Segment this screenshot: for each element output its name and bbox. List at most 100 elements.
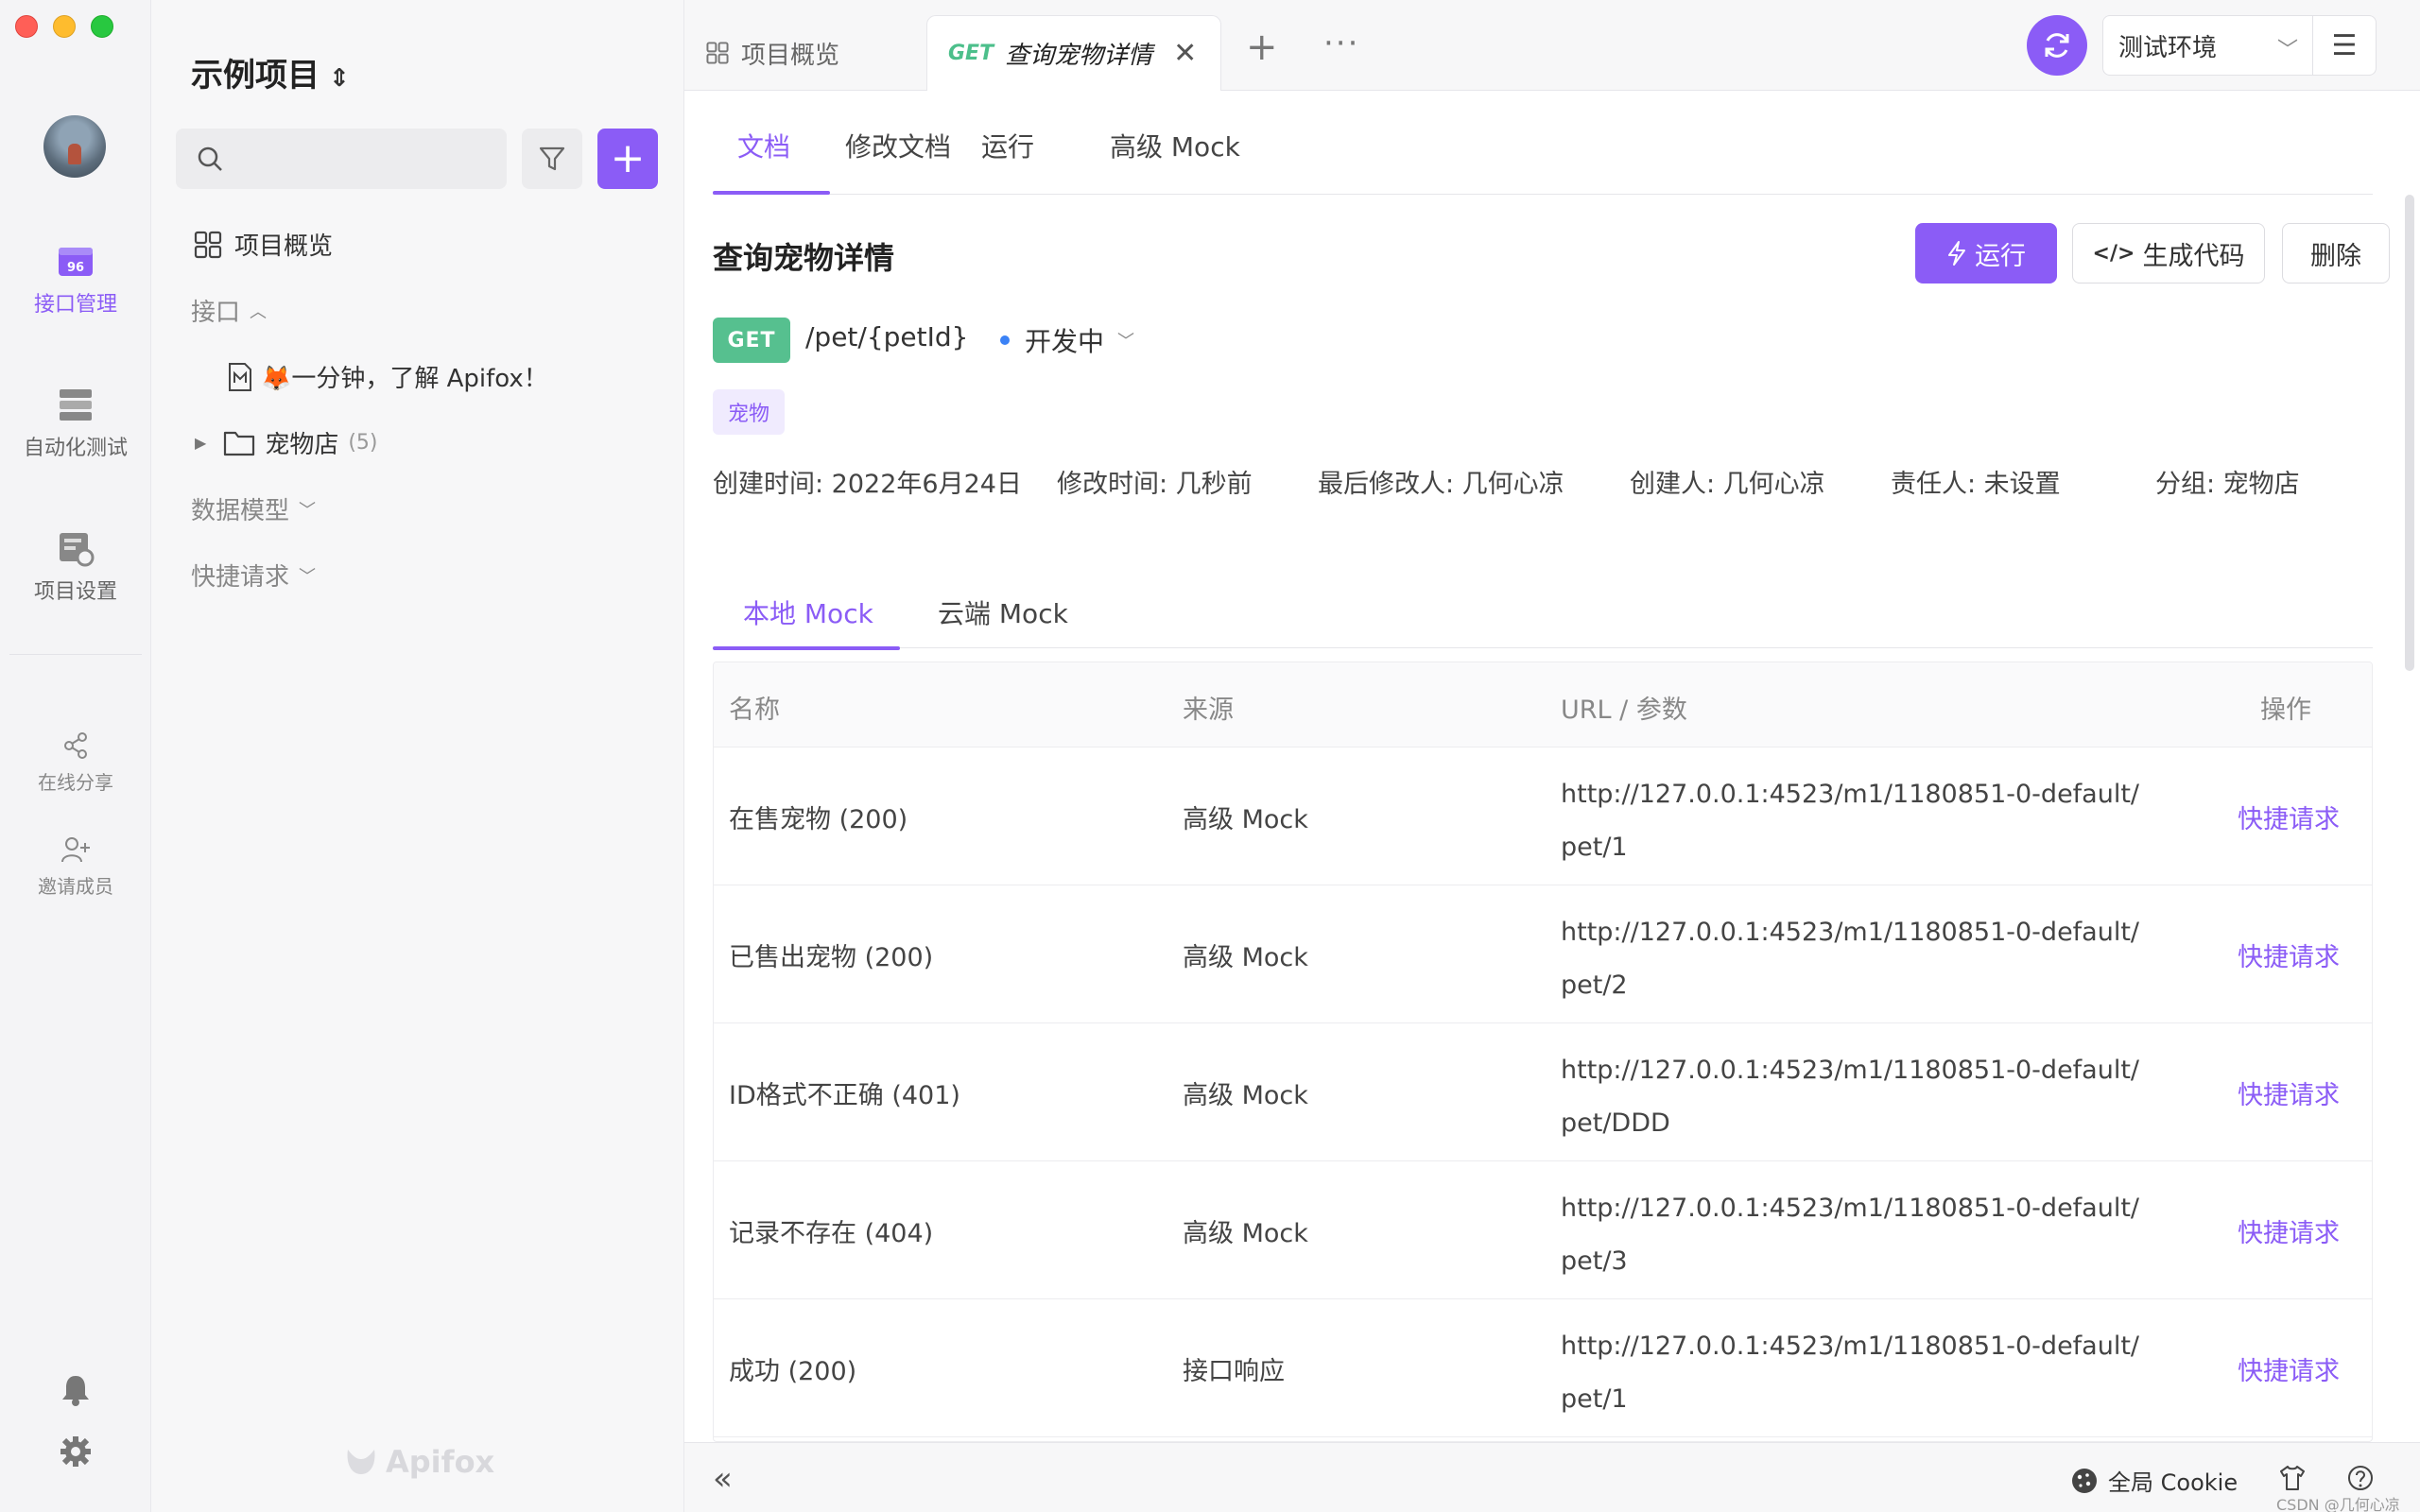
rail-item-api-management[interactable]: 96 接口管理 bbox=[0, 242, 151, 318]
rail-item-project-settings[interactable]: 项目设置 bbox=[0, 529, 151, 605]
row-name: 在售宠物 (200) bbox=[729, 805, 908, 834]
generate-code-label: 生成代码 bbox=[2142, 241, 2245, 271]
add-button[interactable]: + bbox=[597, 129, 658, 189]
api-management-icon: 96 bbox=[59, 248, 93, 276]
close-window-button[interactable] bbox=[15, 15, 38, 38]
tab-query-pet-detail[interactable]: GET 查询宠物详情 ✕ bbox=[926, 15, 1221, 91]
row-url: http://127.0.0.1:4523/m1/1180851-0-defau… bbox=[1561, 780, 2140, 862]
row-source: 接口响应 bbox=[1183, 1357, 1285, 1386]
rail-item-invite-members[interactable]: 邀请成员 bbox=[0, 835, 151, 899]
delete-label: 删除 bbox=[2310, 241, 2361, 271]
subtab-advanced-mock[interactable]: 高级 Mock bbox=[1110, 127, 1240, 164]
generate-code-button[interactable]: </> 生成代码 bbox=[2072, 223, 2265, 284]
tab-bar: 项目概览 GET 查询宠物详情 ✕ + ··· 测试环境 ﹀ ☰ bbox=[684, 0, 2420, 91]
delete-button[interactable]: 删除 bbox=[2282, 223, 2390, 284]
sidebar-folder-petstore[interactable]: ▶ 宠物店 (5) bbox=[195, 425, 378, 460]
environment-select[interactable]: 测试环境 ﹀ bbox=[2102, 15, 2314, 76]
automation-test-icon bbox=[60, 389, 92, 421]
grid-icon bbox=[194, 231, 222, 258]
table-row: 成功 (200) 接口响应 http://127.0.0.1:4523/m1/1… bbox=[714, 1299, 2372, 1437]
environment-label: 测试环境 bbox=[2118, 33, 2218, 62]
sidebar-item-label: 🦊一分钟，了解 Apifox！ bbox=[261, 365, 548, 393]
project-title: 示例项目 bbox=[191, 57, 320, 94]
tag-badge[interactable]: 宠物 bbox=[713, 389, 786, 435]
sidebar-section-interfaces[interactable]: 接口 ︿ bbox=[191, 293, 267, 328]
rail-item-online-share[interactable]: 在线分享 bbox=[0, 731, 151, 795]
sync-button[interactable] bbox=[2027, 15, 2087, 76]
quick-request-link[interactable]: 快捷请求 bbox=[2238, 799, 2340, 835]
section-label: 数据模型 bbox=[191, 497, 290, 525]
collapse-sidebar-button[interactable]: « bbox=[713, 1460, 733, 1498]
quick-request-link[interactable]: 快捷请求 bbox=[2238, 1350, 2340, 1387]
sidebar-section-quick-requests[interactable]: 快捷请求 ﹀ bbox=[191, 558, 316, 593]
meta-owner: 责任人: 未设置 bbox=[1891, 470, 2061, 499]
meta-creator: 创建人: 几何心凉 bbox=[1630, 470, 1825, 499]
row-url: http://127.0.0.1:4523/m1/1180851-0-defau… bbox=[1561, 1056, 2140, 1138]
rail-divider bbox=[9, 654, 142, 655]
cookie-label: 全局 Cookie bbox=[2108, 1469, 2238, 1496]
minimize-window-button[interactable] bbox=[53, 15, 76, 38]
main-scrollbar[interactable] bbox=[2405, 195, 2414, 671]
new-tab-button[interactable]: + bbox=[1246, 28, 1278, 66]
global-cookie-button[interactable]: 全局 Cookie bbox=[2070, 1464, 2238, 1497]
svg-text:96: 96 bbox=[67, 261, 84, 275]
bell-icon[interactable] bbox=[60, 1374, 91, 1406]
markdown-doc-icon bbox=[229, 362, 251, 391]
sidebar-item-doc[interactable]: 🦊一分钟，了解 Apifox！ bbox=[227, 359, 548, 394]
caret-right-icon[interactable]: ▶ bbox=[195, 434, 206, 452]
code-icon: </> bbox=[2092, 241, 2135, 266]
rail-item-automation-test[interactable]: 自动化测试 bbox=[0, 386, 151, 461]
tab-cloud-mock[interactable]: 云端 Mock bbox=[938, 593, 1068, 631]
section-label: 快捷请求 bbox=[191, 563, 290, 592]
sidebar-section-data-models[interactable]: 数据模型 ﹀ bbox=[191, 491, 316, 526]
tab-label: 项目概览 bbox=[741, 41, 840, 70]
subtab-run[interactable]: 运行 bbox=[981, 127, 1034, 164]
search-box[interactable] bbox=[176, 129, 507, 189]
folder-label: 宠物店 bbox=[265, 431, 339, 459]
tab-local-mock[interactable]: 本地 Mock bbox=[743, 593, 873, 631]
mock-tabs: 本地 Mock 云端 Mock bbox=[713, 582, 2373, 648]
project-switcher[interactable]: 示例项目 ⇕ bbox=[191, 49, 350, 95]
section-label: 接口 bbox=[191, 299, 241, 327]
chevron-down-icon: ﹀ bbox=[2276, 39, 2298, 62]
api-path: /pet/{petId} bbox=[805, 321, 969, 352]
row-url: http://127.0.0.1:4523/m1/1180851-0-defau… bbox=[1561, 1332, 2140, 1414]
mock-table: 名称 来源 URL / 参数 操作 在售宠物 (200) 高级 Mock htt… bbox=[713, 662, 2373, 1442]
quick-request-link[interactable]: 快捷请求 bbox=[2238, 936, 2340, 973]
run-button[interactable]: 运行 bbox=[1915, 223, 2057, 284]
rail-item-label: 接口管理 bbox=[33, 293, 117, 317]
invite-user-icon bbox=[61, 837, 90, 863]
table-row: 记录不存在 (404) 高级 Mock http://127.0.0.1:452… bbox=[714, 1161, 2372, 1299]
avatar[interactable] bbox=[43, 115, 106, 178]
row-source: 高级 Mock bbox=[1183, 1081, 1308, 1110]
row-source: 高级 Mock bbox=[1183, 1219, 1308, 1248]
quick-request-link[interactable]: 快捷请求 bbox=[2238, 1212, 2340, 1249]
run-label: 运行 bbox=[1975, 241, 2026, 271]
filter-button[interactable] bbox=[522, 129, 582, 189]
subtab-edit-doc[interactable]: 修改文档 bbox=[845, 127, 951, 164]
status-dropdown[interactable]: 开发中 ﹀ bbox=[1000, 321, 1134, 359]
status-label: 开发中 bbox=[1025, 326, 1105, 357]
search-input[interactable] bbox=[233, 142, 488, 176]
menu-button[interactable]: ☰ bbox=[2312, 15, 2377, 76]
help-icon[interactable] bbox=[2346, 1464, 2375, 1492]
more-tabs-button[interactable]: ··· bbox=[1323, 25, 1359, 62]
project-settings-icon bbox=[60, 533, 95, 567]
filter-icon bbox=[539, 146, 565, 171]
quick-request-link[interactable]: 快捷请求 bbox=[2238, 1074, 2340, 1111]
chevron-down-icon: ﹀ bbox=[299, 566, 317, 587]
maximize-window-button[interactable] bbox=[91, 15, 113, 38]
row-name: 已售出宠物 (200) bbox=[729, 943, 934, 972]
subtab-doc[interactable]: 文档 bbox=[737, 127, 790, 164]
up-down-icon: ⇕ bbox=[329, 64, 350, 93]
gear-icon[interactable] bbox=[59, 1435, 93, 1469]
shirt-icon[interactable] bbox=[2278, 1464, 2307, 1492]
chevron-up-icon: ︿ bbox=[250, 301, 268, 322]
tab-project-overview[interactable]: 项目概览 bbox=[684, 15, 860, 91]
column-header-source: 来源 bbox=[1183, 696, 1234, 725]
sidebar-item-overview[interactable]: 项目概览 bbox=[193, 227, 333, 262]
row-name: ID格式不正确 (401) bbox=[729, 1081, 960, 1110]
doc-subtabs: 文档 修改文档 运行 高级 Mock bbox=[713, 91, 2373, 195]
table-header: 名称 来源 URL / 参数 操作 bbox=[714, 662, 2372, 747]
close-icon[interactable]: ✕ bbox=[1173, 37, 1197, 70]
